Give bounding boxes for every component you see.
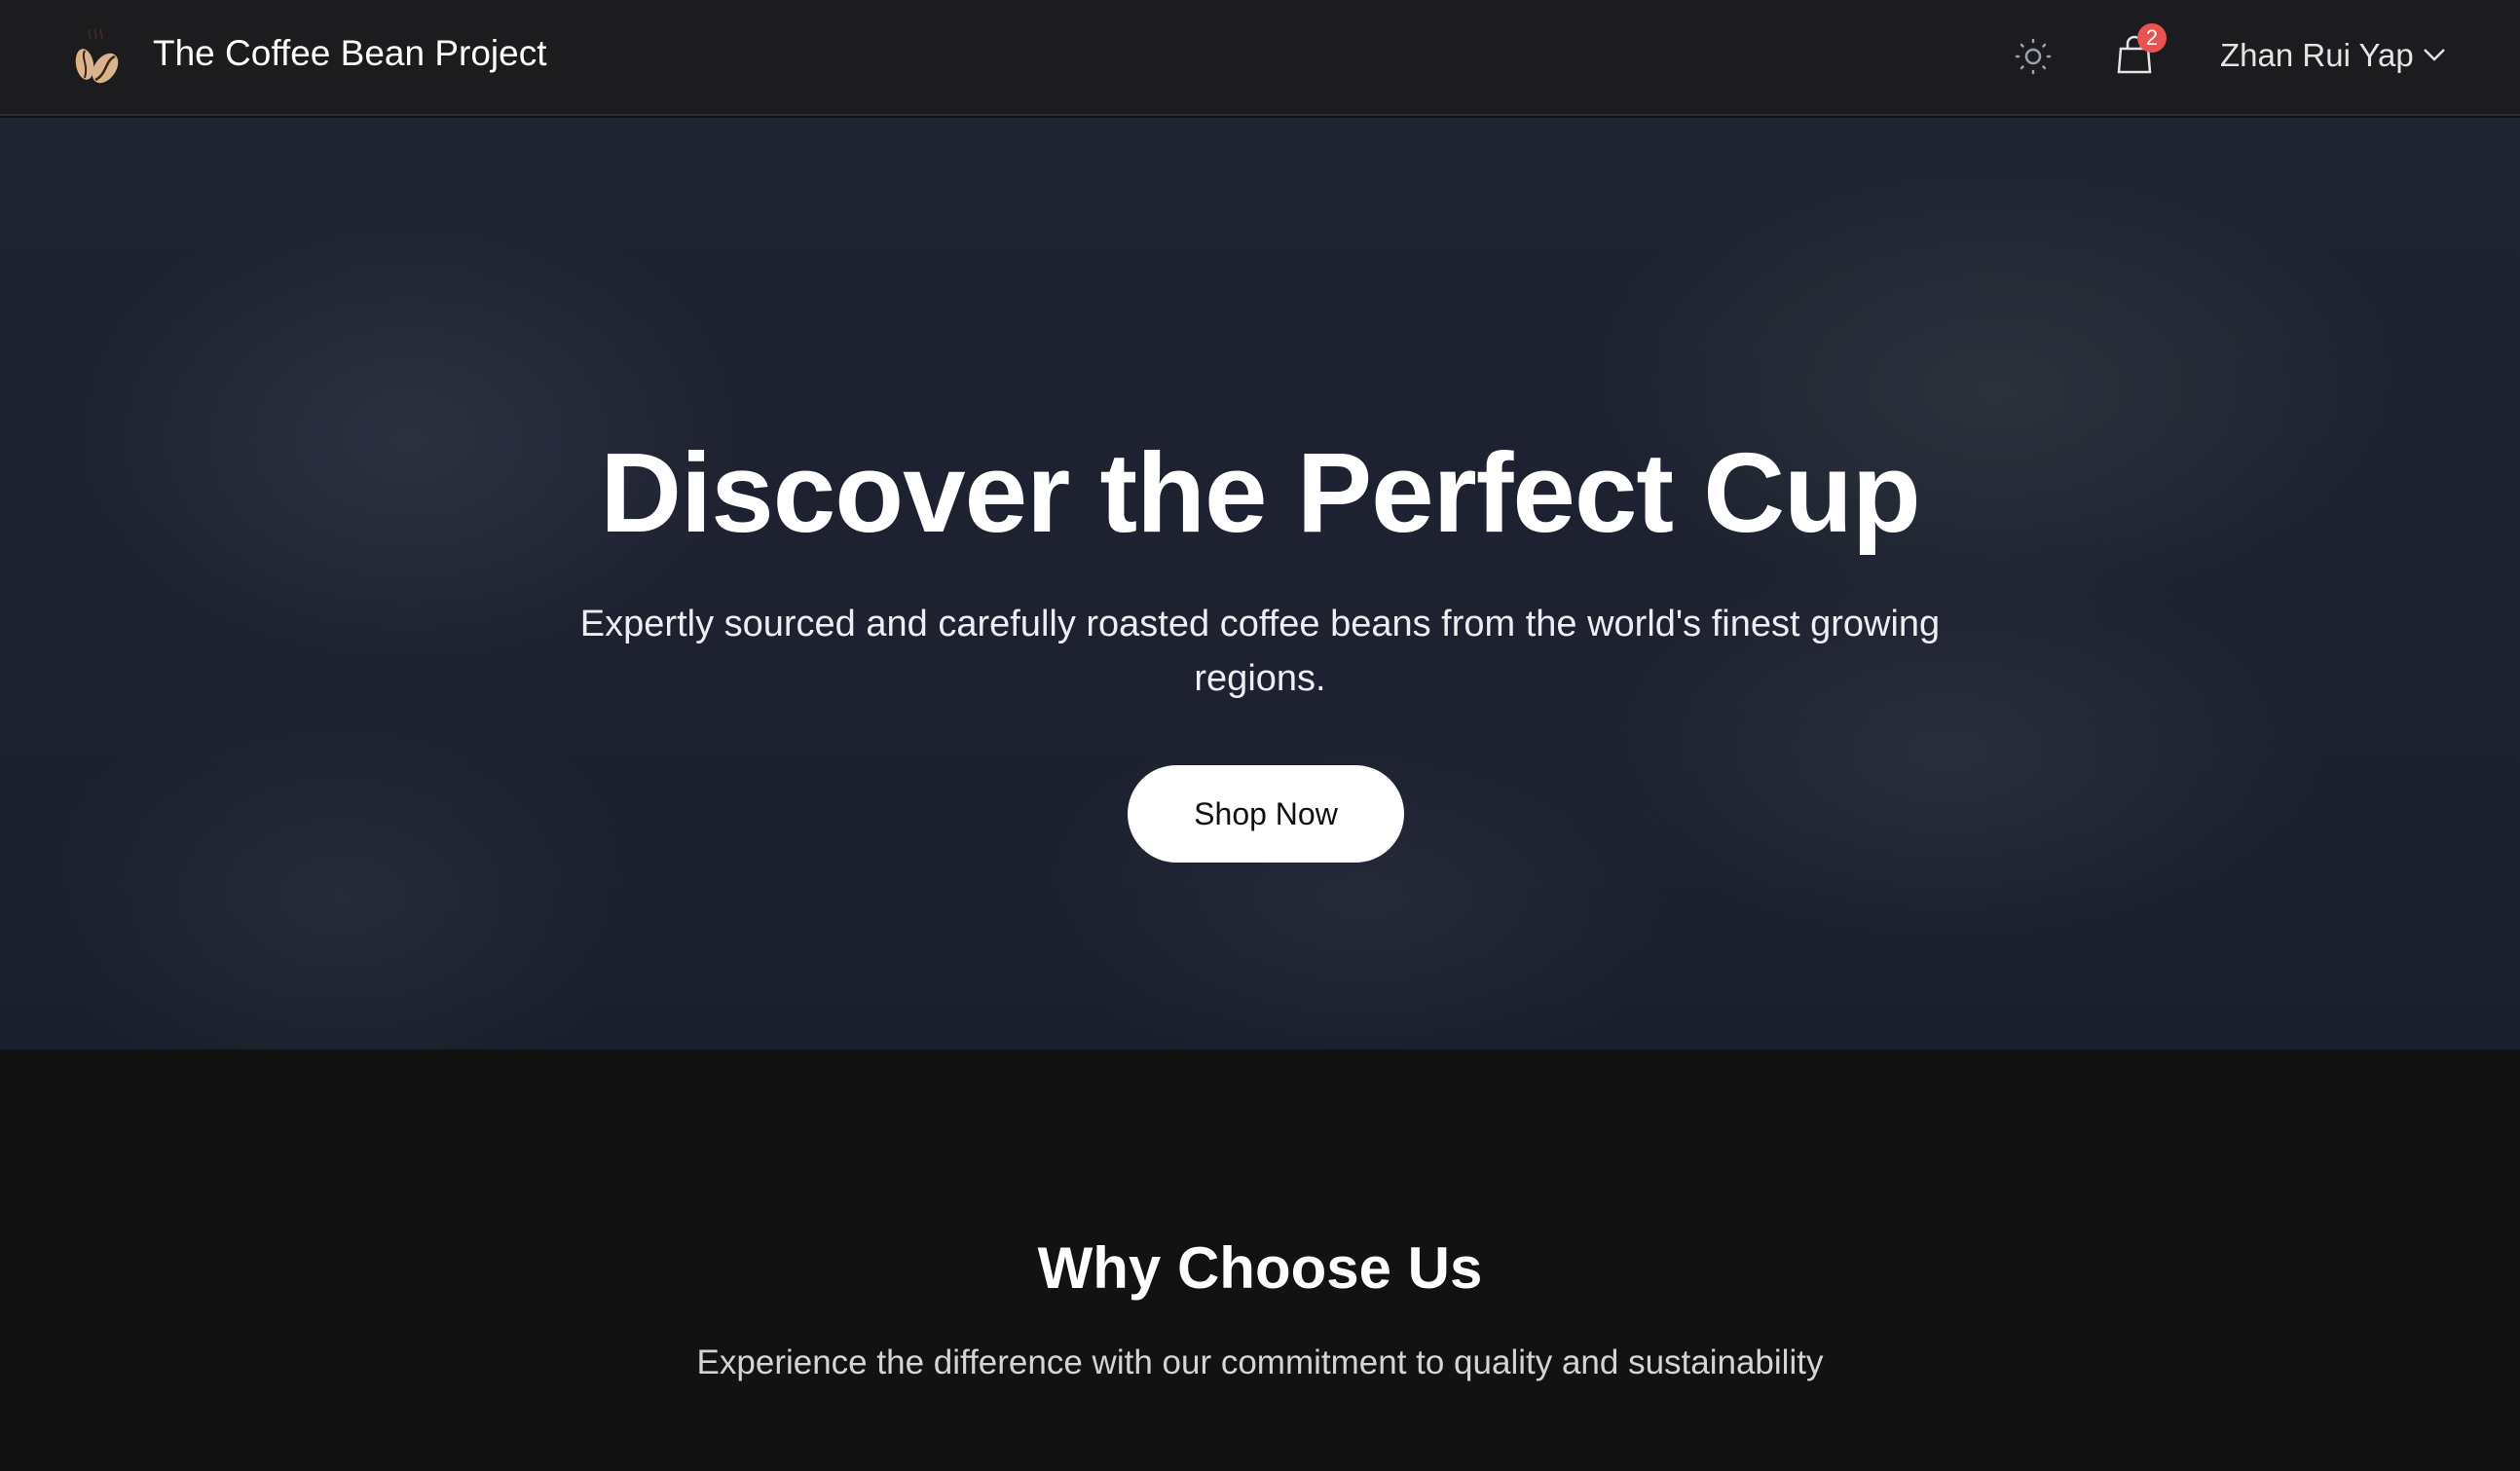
features-subtitle: Experience the difference with our commi… <box>696 1343 1824 1381</box>
hero-section: Discover the Perfect Cup Expertly source… <box>0 118 2520 1049</box>
user-menu[interactable]: Zhan Rui Yap <box>2220 37 2414 74</box>
cart-count-badge: 2 <box>2137 23 2167 53</box>
sun-icon[interactable] <box>2014 37 2053 76</box>
hero-title: Discover the Perfect Cup <box>600 429 1921 556</box>
top-navbar: The Coffee Bean Project 2 Zhan Rui Yap <box>0 0 2520 116</box>
brand-name[interactable]: The Coffee Bean Project <box>153 33 547 74</box>
features-title: Why Choose Us <box>1037 1235 1483 1301</box>
chevron-down-icon[interactable] <box>2423 47 2446 62</box>
shop-now-button[interactable]: Shop Now <box>1128 765 1404 863</box>
hero-subtitle: Expertly sourced and carefully roasted c… <box>579 604 1941 699</box>
coffee-bean-logo[interactable] <box>68 27 127 88</box>
